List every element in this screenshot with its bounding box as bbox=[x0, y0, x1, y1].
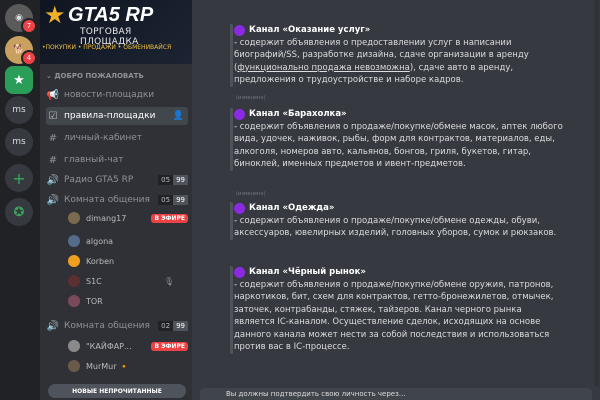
user-name: "КАЙФАР... bbox=[86, 341, 132, 351]
channel-sidebar: ★ GTA5 RP ТОРГОВАЯ ПЛОЩАДКА •ПОКУПКИ • П… bbox=[40, 0, 192, 400]
edited-label: (изменено) bbox=[236, 191, 266, 197]
message-title: Канал «Одежда» bbox=[249, 203, 335, 213]
message-area: Канал «Оказание услуг» - содержит объявл… bbox=[192, 0, 600, 400]
avatar bbox=[68, 295, 80, 307]
channel-label: Радио GTA5 RP bbox=[64, 175, 134, 185]
channel-rules[interactable]: ☑ правила-площадки 👤 bbox=[46, 107, 188, 125]
voice-user[interactable]: MurMur 🔸 bbox=[68, 358, 188, 374]
voice-channel-room-1[interactable]: 🔊 Комната общения 05 99 bbox=[46, 191, 188, 209]
server-icon-1[interactable]: ◉ 7 bbox=[5, 4, 37, 34]
channel-cabinet[interactable]: # личный-кабинет bbox=[46, 129, 188, 147]
user-limit-pill: 05 99 bbox=[158, 195, 188, 205]
message-body: - содержит объявления о продаже/покупке/… bbox=[234, 215, 557, 239]
purple-circle-icon bbox=[234, 24, 245, 36]
scrollbar[interactable] bbox=[595, 0, 599, 386]
server-icon-ms-1[interactable]: ms bbox=[5, 96, 33, 124]
banner-tagline: •ПОКУПКИ • ПРОДАЖИ • ОБМЕНИВАЙСЯ bbox=[42, 44, 172, 51]
avatar bbox=[68, 340, 80, 352]
live-badge: В ЭФИРЕ bbox=[151, 341, 188, 351]
avatar bbox=[68, 235, 80, 247]
message-body: - содержит объявления о продаже/покупке/… bbox=[234, 121, 563, 170]
channel-label: Комната общения bbox=[64, 321, 150, 331]
channel-label: главный-чат bbox=[64, 155, 124, 165]
plus-icon: + bbox=[12, 168, 26, 188]
speaker-icon: 🔊 bbox=[46, 320, 60, 332]
channel-label: правила-площадки bbox=[64, 111, 156, 121]
server-label: ms bbox=[12, 105, 26, 115]
voice-user[interactable]: dimang17 В ЭФИРЕ bbox=[68, 210, 188, 226]
message-body: - содержит объявления о продаже/покупке/… bbox=[234, 279, 554, 353]
compass-icon: ✪ bbox=[13, 204, 25, 220]
speaker-icon: 🔊 bbox=[46, 194, 60, 206]
megaphone-icon: 📢 bbox=[46, 89, 60, 101]
muted-mic-icon: 🎙 bbox=[163, 276, 174, 286]
server-rail: ◉ 7 🐕 4 ★ ms ms + ✪ bbox=[0, 0, 40, 400]
category-header[interactable]: ⌄ ДОБРО ПОЖАЛОВАТЬ bbox=[46, 72, 144, 80]
avatar bbox=[68, 275, 80, 287]
channel-label: личный-кабинет bbox=[64, 133, 143, 143]
new-unread-button[interactable]: НОВЫЕ НЕПРОЧИТАННЫЕ bbox=[48, 384, 186, 398]
purple-circle-icon bbox=[234, 108, 245, 120]
live-badge: В ЭФИРЕ bbox=[151, 213, 188, 223]
star-icon: ★ bbox=[13, 72, 25, 88]
avatar bbox=[68, 255, 80, 267]
user-name: algona bbox=[86, 236, 114, 246]
hash-icon: # bbox=[48, 154, 58, 166]
purple-circle-icon bbox=[234, 266, 245, 278]
voice-channel-radio[interactable]: 🔊 Радио GTA5 RP 05 99 bbox=[46, 171, 188, 189]
server-icon-ms-2[interactable]: ms bbox=[5, 128, 33, 156]
channel-label: новости-площадки bbox=[64, 90, 155, 100]
avatar bbox=[68, 360, 80, 372]
purple-circle-icon bbox=[234, 202, 245, 214]
message-clothing: Канал «Одежда» - содержит объявления о п… bbox=[230, 202, 564, 240]
explore-servers-button[interactable]: ✪ bbox=[5, 198, 33, 226]
unread-badge: 4 bbox=[21, 50, 37, 66]
hash-icon: # bbox=[48, 132, 58, 144]
message-flea-market: Канал «Барахолка» - содержит объявления … bbox=[230, 108, 564, 171]
banner-title: GTA5 RP bbox=[68, 4, 154, 26]
user-name: Korben bbox=[86, 256, 115, 266]
add-server-button[interactable]: + bbox=[5, 164, 33, 192]
unread-badge: 7 bbox=[21, 18, 37, 34]
server-label: ms bbox=[12, 137, 26, 147]
server-banner[interactable]: ★ GTA5 RP ТОРГОВАЯ ПЛОЩАДКА •ПОКУПКИ • П… bbox=[40, 0, 192, 64]
user-limit-pill: 02 99 bbox=[158, 321, 188, 331]
message-black-market: Канал «Чёрный рынок» - содержит объявлен… bbox=[230, 266, 564, 354]
edited-label: (изменено) bbox=[236, 95, 266, 101]
voice-user[interactable]: algona bbox=[68, 233, 188, 249]
message-services: Канал «Оказание услуг» - содержит объявл… bbox=[230, 24, 564, 87]
voice-user[interactable]: TOR bbox=[68, 293, 188, 309]
message-title: Канал «Оказание услуг» bbox=[249, 25, 371, 35]
user-name: TOR bbox=[86, 296, 103, 306]
voice-channel-room-2[interactable]: 🔊 Комната общения 02 99 bbox=[46, 317, 188, 335]
channel-news[interactable]: 📢 новости-площадки bbox=[46, 86, 188, 104]
message-title: Канал «Чёрный рынок» bbox=[249, 267, 366, 277]
server-icon-2[interactable]: 🐕 4 bbox=[5, 36, 37, 66]
add-member-icon[interactable]: 👤 bbox=[173, 111, 184, 121]
user-name: S1C bbox=[86, 276, 102, 286]
voice-user[interactable]: "КАЙФАР... В ЭФИРЕ bbox=[68, 338, 188, 354]
channel-main-chat[interactable]: # главный-чат bbox=[46, 151, 188, 169]
avatar bbox=[68, 212, 80, 224]
user-name: MurMur 🔸 bbox=[86, 361, 130, 371]
speaker-icon: 🔊 bbox=[46, 174, 60, 186]
server-icon-gta[interactable]: ★ bbox=[5, 66, 33, 94]
notice-text: Вы должны подтвердить свою личность чере… bbox=[226, 390, 406, 398]
user-limit-pill: 05 99 bbox=[158, 175, 188, 185]
verification-notice: Вы должны подтвердить свою личность чере… bbox=[200, 388, 592, 400]
star-logo-icon: ★ bbox=[44, 1, 66, 29]
message-title: Канал «Барахолка» bbox=[249, 109, 347, 119]
voice-user[interactable]: S1C 🎙 bbox=[68, 273, 188, 289]
category-label: ДОБРО ПОЖАЛОВАТЬ bbox=[54, 72, 144, 80]
user-name: dimang17 bbox=[86, 213, 127, 223]
message-underlined-text: функционально продажа невозможна bbox=[237, 62, 410, 73]
voice-user[interactable]: Korben bbox=[68, 253, 188, 269]
checkbox-icon: ☑ bbox=[48, 110, 58, 122]
channel-label: Комната общения bbox=[64, 195, 150, 205]
